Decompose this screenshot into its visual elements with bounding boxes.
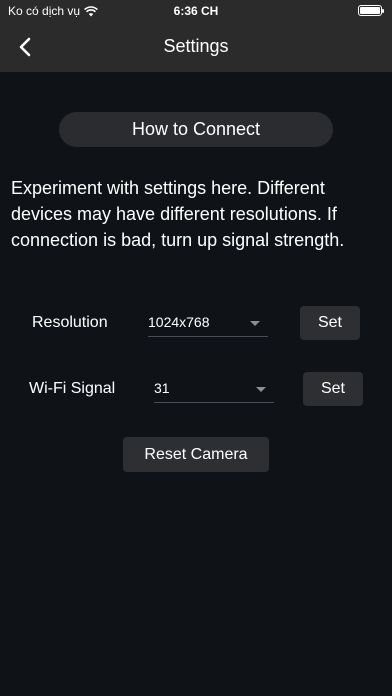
resolution-value: 1024x768 (148, 314, 210, 330)
resolution-dropdown[interactable]: 1024x768 (148, 309, 268, 337)
back-button[interactable] (10, 32, 40, 62)
settings-description: Experiment with settings here. Different… (11, 178, 345, 250)
chevron-left-icon (19, 37, 31, 57)
status-bar: Ko có dịch vụ 6:36 CH (0, 0, 392, 22)
page-title: Settings (163, 36, 229, 56)
wifi-signal-label: Wi-Fi Signal (29, 380, 116, 397)
wifi-signal-value: 31 (154, 380, 170, 396)
reset-camera-button[interactable]: Reset Camera (123, 437, 269, 472)
resolution-label: Resolution (32, 314, 108, 331)
set-wifi-signal-button[interactable]: Set (303, 372, 363, 406)
chevron-down-icon (250, 321, 260, 326)
navigation-bar: Settings (0, 22, 392, 72)
chevron-down-icon (256, 387, 266, 392)
battery-icon (358, 5, 384, 16)
set-resolution-button[interactable]: Set (300, 306, 360, 340)
wifi-signal-dropdown[interactable]: 31 (154, 375, 274, 403)
how-to-connect-button[interactable]: How to Connect (59, 112, 333, 147)
status-time: 6:36 CH (173, 4, 219, 18)
